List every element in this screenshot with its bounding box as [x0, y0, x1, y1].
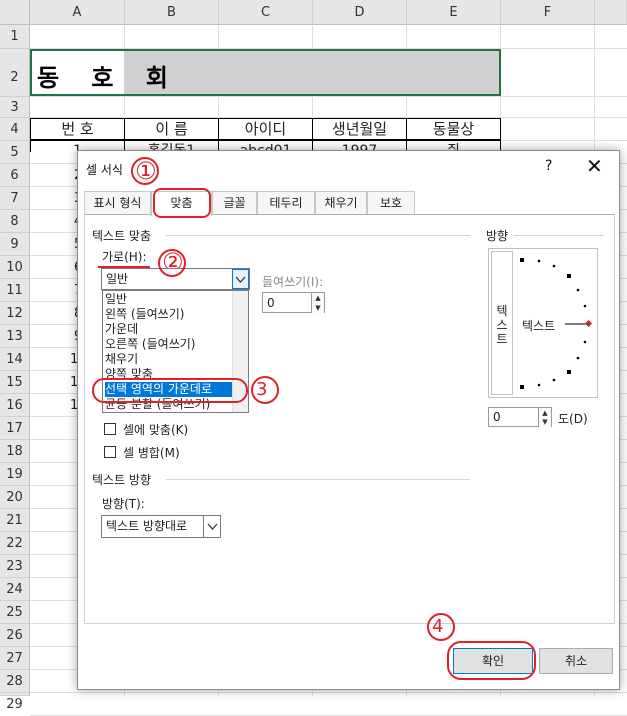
tab-border[interactable]: 테두리	[257, 191, 315, 214]
tab-fill[interactable]: 채우기	[315, 191, 367, 214]
indent-spinner[interactable]: 0 ▲ ▼	[262, 292, 325, 313]
row-header-23[interactable]: 23	[0, 555, 30, 578]
column-header-b[interactable]: B	[125, 0, 219, 25]
help-button[interactable]: ?	[545, 158, 552, 174]
dialog-title: 셀 서식	[86, 163, 123, 177]
close-icon[interactable]: ✕	[586, 154, 603, 178]
annotation-ok-highlight	[447, 641, 536, 680]
shrink-to-fit-checkbox[interactable]	[104, 423, 116, 435]
tab-number-format[interactable]: 표시 형식	[84, 191, 151, 214]
annotation-3: 3	[256, 379, 268, 400]
horizontal-select-value: 일반	[106, 272, 129, 286]
row-header-28[interactable]: 28	[0, 670, 30, 693]
vertical-text: 텍스트	[496, 304, 508, 346]
row-header-25[interactable]: 25	[0, 601, 30, 624]
degree-spinner[interactable]: 0 ▲ ▼	[488, 407, 552, 427]
cancel-button[interactable]: 취소	[539, 648, 613, 674]
header-cell-animal[interactable]: 동물상	[406, 118, 501, 140]
indent-value: 0	[267, 296, 275, 310]
header-cell-name[interactable]: 이 름	[124, 118, 219, 140]
direction-select-value: 텍스트 방향대로	[106, 519, 188, 533]
row-header-12[interactable]: 12	[0, 302, 30, 325]
direction-label: 방향(T):	[102, 497, 145, 511]
orientation-box[interactable]: 텍스트 텍스트	[488, 248, 598, 398]
row-header-21[interactable]: 21	[0, 509, 30, 532]
section-text-alignment: 텍스트 맞춤	[92, 229, 152, 243]
row-header-24[interactable]: 24	[0, 578, 30, 601]
row-header-5[interactable]: 5	[0, 141, 30, 164]
row-header-7[interactable]: 7	[0, 187, 30, 210]
indent-label: 들여쓰기(I):	[262, 275, 324, 289]
spin-down-icon[interactable]: ▼	[538, 417, 551, 427]
tab-protection[interactable]: 보호	[367, 191, 415, 214]
row-header-11[interactable]: 11	[0, 279, 30, 302]
format-cells-dialog: 셀 서식 ? ✕ ① 표시 형식 맞춤 글꼴 테두리 채우기 보호 텍스트 맞춤…	[77, 150, 620, 690]
title-text: 동 호 회	[37, 64, 180, 92]
annotation-option-highlight	[92, 378, 248, 403]
row-header-14[interactable]: 14	[0, 348, 30, 371]
column-header-g[interactable]	[595, 0, 627, 25]
merge-cells-label: 셀 병합(M)	[123, 446, 180, 460]
row-header-3[interactable]: 3	[0, 97, 30, 118]
row-header-8[interactable]: 8	[0, 210, 30, 233]
header-cell-id[interactable]: 아이디	[218, 118, 313, 140]
chevron-down-icon[interactable]	[203, 516, 220, 537]
row-header-26[interactable]: 26	[0, 624, 30, 647]
row-header-13[interactable]: 13	[0, 325, 30, 348]
option-general[interactable]: 일반	[105, 292, 235, 307]
column-header-e[interactable]: E	[407, 0, 501, 25]
row-header-2[interactable]: 2	[0, 49, 30, 97]
column-header-d[interactable]: D	[313, 0, 407, 25]
row-header-22[interactable]: 22	[0, 532, 30, 555]
option-center[interactable]: 가운데	[105, 322, 235, 337]
annotation-4: 4	[432, 616, 444, 637]
shrink-to-fit-label: 셀에 맞춤(K)	[123, 423, 189, 437]
text-direction-select[interactable]: 텍스트 방향대로	[101, 515, 221, 538]
option-fill[interactable]: 채우기	[105, 352, 235, 367]
row-header-6[interactable]: 6	[0, 164, 30, 187]
row-header-10[interactable]: 10	[0, 256, 30, 279]
spin-up-icon[interactable]: ▲	[311, 293, 324, 303]
horizontal-label: 가로(H):	[102, 250, 147, 264]
column-header-a[interactable]: A	[30, 0, 125, 25]
option-right-indent[interactable]: 오른쪽 (들여쓰기)	[105, 337, 235, 352]
row-header-20[interactable]: 20	[0, 486, 30, 509]
row-header-9[interactable]: 9	[0, 233, 30, 256]
column-header-f[interactable]: F	[501, 0, 595, 25]
row-header-15[interactable]: 15	[0, 371, 30, 394]
orientation-title: 방향	[486, 229, 509, 243]
row-header-19[interactable]: 19	[0, 463, 30, 486]
option-left-indent[interactable]: 왼쪽 (들여쓰기)	[105, 307, 235, 322]
row-header-4[interactable]: 4	[0, 118, 30, 141]
degree-value: 0	[493, 410, 501, 424]
merge-cells-checkbox[interactable]	[104, 446, 116, 458]
header-cell-number[interactable]: 번 호	[30, 118, 125, 140]
annotation-1-circle	[131, 157, 159, 185]
horizontal-text: 텍스트	[522, 319, 556, 333]
chevron-down-icon[interactable]	[232, 269, 249, 289]
row-header-16[interactable]: 16	[0, 394, 30, 417]
vertical-text-box[interactable]: 텍스트	[491, 251, 513, 395]
row-header-18[interactable]: 18	[0, 440, 30, 463]
annotation-2-circle	[158, 249, 186, 277]
column-header-c[interactable]: C	[219, 0, 313, 25]
header-cell-birth[interactable]: 생년월일	[312, 118, 407, 140]
degree-label: 도(D)	[558, 412, 588, 426]
section-text-direction: 텍스트 방향	[92, 473, 152, 487]
row-header-17[interactable]: 17	[0, 417, 30, 440]
select-all-corner[interactable]	[0, 0, 30, 25]
row-header-1[interactable]: 1	[0, 25, 30, 49]
spin-down-icon[interactable]: ▼	[311, 303, 324, 313]
row-header-27[interactable]: 27	[0, 647, 30, 670]
tab-font[interactable]: 글꼴	[212, 191, 257, 214]
